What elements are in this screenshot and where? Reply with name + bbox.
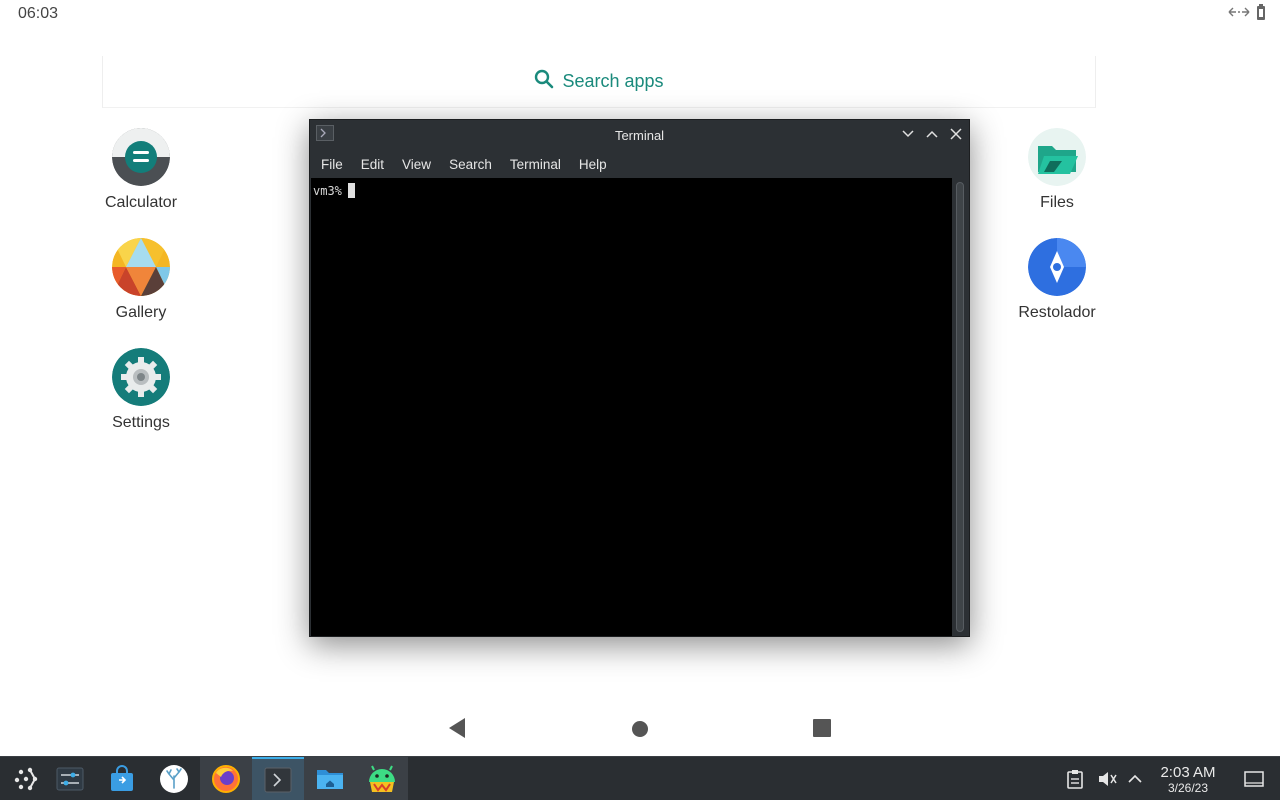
discover-store-icon[interactable] xyxy=(96,757,148,800)
app-settings[interactable]: Settings xyxy=(81,348,201,432)
link-arrows-icon xyxy=(1228,5,1250,19)
app-label-calculator: Calculator xyxy=(104,194,178,211)
terminal-menubar: File Edit View Search Terminal Help xyxy=(310,150,969,178)
app-label-settings: Settings xyxy=(112,414,170,431)
gallery-icon xyxy=(112,238,170,296)
app-gallery[interactable]: Gallery xyxy=(81,238,201,322)
status-time: 06:03 xyxy=(18,5,59,22)
konsole-window-icon[interactable] xyxy=(316,125,334,146)
volume-muted-icon[interactable] xyxy=(1097,757,1117,800)
app-files[interactable]: Files xyxy=(997,128,1117,212)
menu-search[interactable]: Search xyxy=(440,153,501,176)
terminal-titlebar[interactable]: Terminal xyxy=(310,120,969,150)
android-app-icon[interactable] xyxy=(356,757,408,800)
tray-expand-icon[interactable] xyxy=(1127,757,1143,800)
search-placeholder: Search apps xyxy=(562,71,664,91)
menu-help[interactable]: Help xyxy=(570,153,616,176)
calculator-icon xyxy=(112,128,170,186)
close-icon[interactable] xyxy=(949,126,963,142)
clock[interactable]: 2:03 AM 3/26/23 xyxy=(1152,764,1224,795)
clock-date: 3/26/23 xyxy=(1167,781,1209,795)
taskbar: 2:03 AM 3/26/23 xyxy=(0,756,1280,800)
files-icon xyxy=(1028,128,1086,186)
system-settings-icon[interactable] xyxy=(44,757,96,800)
restolador-icon xyxy=(1028,238,1086,296)
status-icons xyxy=(1228,4,1266,20)
terminal-output[interactable]: vm3% xyxy=(311,178,953,636)
clock-time: 2:03 AM xyxy=(1160,764,1216,781)
app-label-files: Files xyxy=(1040,194,1074,211)
app-calculator[interactable]: Calculator xyxy=(81,128,201,212)
show-desktop-icon[interactable] xyxy=(1244,757,1264,800)
terminal-scrollbar[interactable] xyxy=(952,178,968,636)
menu-view[interactable]: View xyxy=(393,153,440,176)
menu-file[interactable]: File xyxy=(312,153,352,176)
firefox-icon[interactable] xyxy=(200,757,252,800)
terminal-title: Terminal xyxy=(614,127,665,143)
app-restolador[interactable]: Restolador xyxy=(997,238,1117,322)
dolphin-files-icon[interactable] xyxy=(304,757,356,800)
terminal-prompt: vm3% xyxy=(313,183,342,198)
menu-edit[interactable]: Edit xyxy=(352,153,393,176)
konsole-icon[interactable] xyxy=(252,757,304,800)
app-label-restolador: Restolador xyxy=(1018,304,1096,321)
home-icon[interactable] xyxy=(631,720,649,743)
search-icon xyxy=(534,69,554,94)
minimize-icon[interactable] xyxy=(901,126,915,142)
maximize-icon[interactable] xyxy=(925,126,939,142)
battery-icon xyxy=(1256,4,1266,20)
scrollbar-thumb[interactable] xyxy=(956,182,964,632)
terminal-window[interactable]: Terminal File Edit View Search Terminal … xyxy=(309,119,970,637)
search-bar[interactable]: Search apps xyxy=(102,56,1096,108)
terminal-cursor xyxy=(347,183,355,198)
recents-icon[interactable] xyxy=(813,719,831,742)
coral-app-icon[interactable] xyxy=(148,757,200,800)
settings-icon xyxy=(112,348,170,406)
menu-terminal[interactable]: Terminal xyxy=(501,153,570,176)
clipboard-icon[interactable] xyxy=(1066,757,1084,800)
window-controls xyxy=(901,126,963,142)
back-icon[interactable] xyxy=(448,717,466,744)
app-label-gallery: Gallery xyxy=(115,304,167,321)
